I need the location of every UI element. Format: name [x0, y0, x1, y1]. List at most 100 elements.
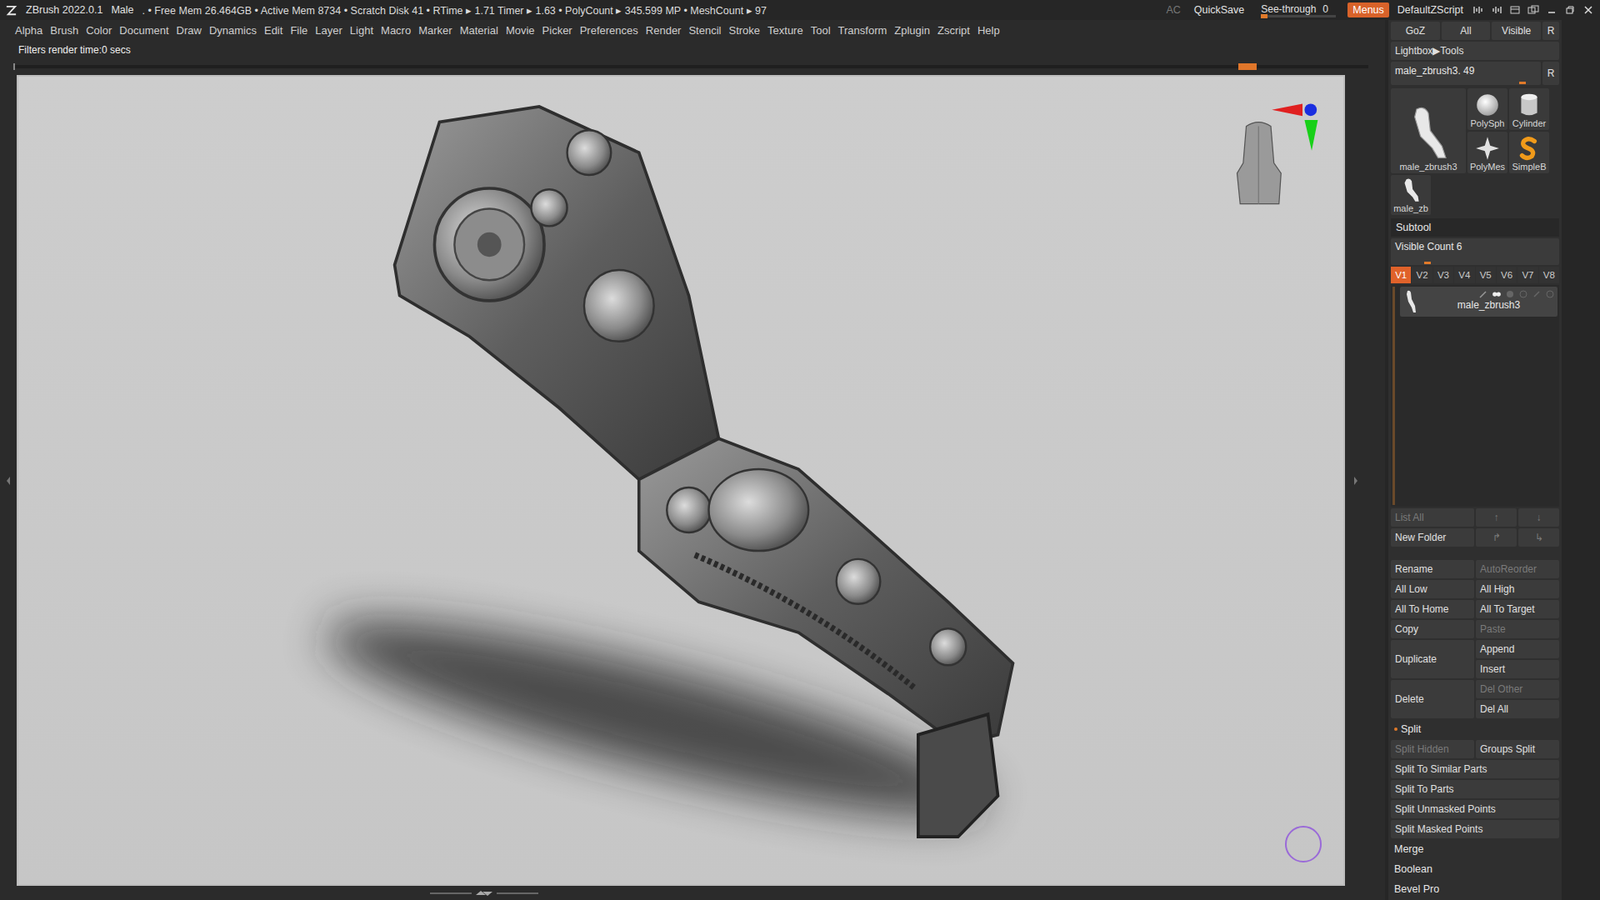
menu-item[interactable]: Marker [418, 24, 452, 37]
action-button[interactable]: Insert [1475, 660, 1560, 679]
action-button[interactable]: Rename [1390, 560, 1475, 579]
version-tab[interactable]: V4 [1454, 266, 1475, 284]
all-button[interactable]: All [1441, 21, 1491, 40]
tool-thumbnail[interactable]: PolyMes [1467, 131, 1508, 174]
menu-item[interactable]: Layer [315, 24, 343, 37]
action-button[interactable]: Copy [1390, 620, 1475, 639]
action-button[interactable]: AutoReorder [1475, 560, 1560, 579]
collapsed-section[interactable]: Bevel Pro [1390, 880, 1560, 899]
action-button[interactable]: Del All [1475, 700, 1560, 719]
menu-item[interactable]: Zscript [937, 24, 970, 37]
menu-item[interactable]: Draw [176, 24, 202, 37]
action-button[interactable]: Paste [1475, 620, 1560, 639]
split-button[interactable]: Split Masked Points [1390, 820, 1560, 839]
menu-item[interactable]: Preferences [580, 24, 639, 37]
move-arrow-button[interactable]: ↳ [1518, 528, 1560, 547]
version-tab[interactable]: V1 [1390, 266, 1411, 284]
menu-item[interactable]: Tool [810, 24, 831, 37]
move-arrow-button[interactable]: ↑ [1475, 508, 1517, 527]
menu-item[interactable]: Macro [380, 24, 411, 37]
split-button[interactable]: Split Unmasked Points [1390, 800, 1560, 819]
action-button[interactable]: Delete [1390, 680, 1475, 719]
minimize-icon[interactable] [1545, 3, 1559, 17]
navigation-gizmo[interactable] [1230, 101, 1320, 210]
timeline-marker[interactable] [1238, 63, 1257, 70]
subtool-item[interactable]: male_zbrush3 [1400, 286, 1558, 317]
see-through-track[interactable] [1260, 15, 1336, 18]
menu-item[interactable]: Render [645, 24, 682, 37]
model-render[interactable] [16, 75, 1345, 886]
split-button[interactable]: Split To Similar Parts [1390, 760, 1560, 779]
collapsed-section[interactable]: Boolean [1390, 860, 1560, 879]
menus-toggle[interactable]: Menus [1347, 2, 1390, 18]
menu-item[interactable]: Picker [542, 24, 573, 37]
visible-count-knob[interactable] [1424, 261, 1431, 265]
see-through-knob[interactable] [1260, 14, 1268, 19]
menu-item[interactable]: Texture [767, 24, 804, 37]
menu-item[interactable]: Alpha [15, 24, 43, 37]
menu-item[interactable]: Light [350, 24, 374, 37]
menu-item[interactable]: Document [119, 24, 169, 37]
restore-icon[interactable] [1563, 3, 1577, 17]
layout-icon[interactable] [1508, 3, 1522, 17]
tool-slider-reset-button[interactable]: R [1542, 61, 1560, 85]
action-button[interactable]: Duplicate [1390, 640, 1475, 679]
action-button[interactable]: Del Other [1475, 680, 1560, 699]
see-through-slider[interactable]: See-through0 [1257, 3, 1340, 18]
lightbox-tools-button[interactable]: Lightbox▶Tools [1390, 41, 1560, 60]
version-tab[interactable]: V3 [1433, 266, 1454, 284]
folder-action-button[interactable]: New Folder [1390, 528, 1475, 547]
tool-thumbnail[interactable]: male_zb [1390, 175, 1431, 215]
menu-item[interactable]: Transform [838, 24, 888, 37]
ac-label[interactable]: AC [1165, 4, 1180, 16]
tool-slider[interactable]: male_zbrush3. 49R [1390, 61, 1560, 85]
version-tab[interactable]: V5 [1475, 266, 1496, 284]
action-button[interactable]: Append [1475, 640, 1560, 659]
visibility-toggle-icon[interactable] [1491, 289, 1502, 300]
tool-thumbnail[interactable]: PolySph [1467, 88, 1508, 130]
tool-slider-track[interactable]: male_zbrush3. 49 [1390, 61, 1541, 85]
subtool-scrollbar[interactable] [1392, 286, 1395, 505]
swap-icon[interactable] [1526, 3, 1540, 17]
brush-toggle-icon[interactable] [1478, 289, 1489, 300]
left-tray[interactable] [0, 75, 17, 886]
version-tab[interactable]: V7 [1517, 266, 1538, 284]
tool-thumbnail[interactable]: Cylinder [1509, 88, 1550, 130]
lock-toggle-icon[interactable] [1545, 289, 1555, 300]
zbrush-logo-icon[interactable] [5, 4, 18, 17]
palette-left-icon[interactable] [1471, 3, 1485, 17]
menu-item[interactable]: Help [977, 24, 1000, 37]
menu-item[interactable]: Dynamics [209, 24, 257, 37]
folder-action-button[interactable]: List All [1390, 508, 1475, 527]
collapsed-section[interactable]: Merge [1390, 840, 1560, 859]
menu-item[interactable]: Stencil [688, 24, 721, 37]
close-icon[interactable] [1581, 3, 1595, 17]
move-arrow-button[interactable]: ↱ [1475, 528, 1517, 547]
version-tab[interactable]: V2 [1411, 266, 1432, 284]
split-button[interactable]: Split Hidden [1390, 740, 1475, 759]
move-arrow-button[interactable]: ↓ [1518, 508, 1560, 527]
menu-item[interactable]: Stroke [728, 24, 760, 37]
bottom-tray-handle-icon[interactable] [430, 890, 539, 897]
menu-item[interactable]: Brush [50, 24, 79, 37]
action-button[interactable]: All To Home [1390, 600, 1475, 619]
action-button[interactable]: All High [1475, 580, 1560, 599]
visible-count-slider[interactable]: Visible Count 6 [1390, 238, 1560, 265]
bottom-tray[interactable] [0, 885, 1385, 900]
split-header[interactable]: Split [1390, 720, 1560, 739]
quicksave-button[interactable]: QuickSave [1189, 2, 1250, 18]
menu-item[interactable]: Movie [505, 24, 535, 37]
right-tray[interactable] [1345, 75, 1385, 886]
action-button[interactable]: All Low [1390, 580, 1475, 599]
dynamics-toggle-icon[interactable] [1518, 289, 1529, 300]
pin-toggle-icon[interactable] [1531, 289, 1542, 300]
polypaint-toggle-icon[interactable] [1505, 289, 1515, 300]
goz-button[interactable]: GoZ [1390, 21, 1440, 40]
subtool-header[interactable]: Subtool [1390, 218, 1560, 237]
visible-button[interactable]: Visible [1491, 21, 1541, 40]
menu-item[interactable]: Edit [264, 24, 283, 37]
tool-thumbnail[interactable]: SimpleB [1509, 131, 1550, 174]
palette-right-icon[interactable] [1490, 3, 1504, 17]
r-button[interactable]: R [1542, 21, 1560, 40]
document-canvas[interactable] [16, 75, 1345, 886]
